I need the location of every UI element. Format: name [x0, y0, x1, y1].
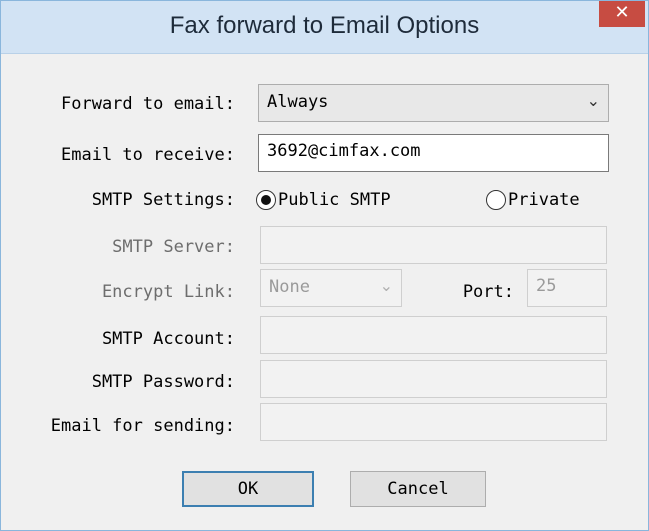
smtp-settings-label: SMTP Settings: [91, 190, 235, 210]
chevron-down-icon: ⌄ [379, 276, 393, 295]
dialog-title: Fax forward to Email Options [169, 12, 480, 39]
encrypt-link-select[interactable]: None ⌄ [260, 269, 402, 307]
forward-to-email-select[interactable]: Always ⌄ [258, 84, 609, 122]
smtp-account-label: SMTP Account: [101, 329, 235, 349]
dialog-window: Fax forward to Email Options ✕ Forward t… [0, 0, 649, 531]
port-label: Port: [462, 282, 514, 302]
dialog-body: Forward to email: Always ⌄ Email to rece… [11, 54, 638, 520]
smtp-server-input[interactable] [260, 226, 607, 264]
ok-button[interactable]: OK [182, 471, 314, 507]
email-for-sending-label: Email for sending: [50, 416, 235, 436]
public-smtp-label: Public SMTP [278, 190, 391, 210]
email-to-receive-input[interactable]: 3692@cimfax.com [258, 134, 609, 172]
private-smtp-label: Private [508, 190, 580, 210]
encrypt-link-value: None [269, 277, 310, 297]
close-button[interactable]: ✕ [599, 1, 645, 27]
port-input[interactable]: 25 [527, 269, 607, 307]
smtp-password-label: SMTP Password: [91, 372, 235, 392]
public-smtp-radio[interactable]: Public SMTP [256, 190, 391, 210]
smtp-account-input[interactable] [260, 316, 607, 354]
forward-to-email-value: Always [267, 92, 329, 112]
title-bar[interactable]: Fax forward to Email Options ✕ [1, 1, 648, 54]
chevron-down-icon: ⌄ [586, 91, 600, 110]
private-smtp-radio[interactable]: Private [486, 190, 580, 210]
email-for-sending-input[interactable] [260, 403, 607, 441]
smtp-server-label: SMTP Server: [112, 237, 235, 257]
email-to-receive-label: Email to receive: [61, 145, 235, 165]
radio-unselected-indicator [486, 190, 506, 210]
close-icon: ✕ [614, 2, 630, 23]
forward-to-email-label: Forward to email: [61, 94, 235, 114]
cancel-button[interactable]: Cancel [350, 471, 486, 507]
encrypt-link-label: Encrypt Link: [101, 282, 235, 302]
radio-selected-indicator [256, 190, 276, 210]
smtp-password-input[interactable] [260, 360, 607, 398]
